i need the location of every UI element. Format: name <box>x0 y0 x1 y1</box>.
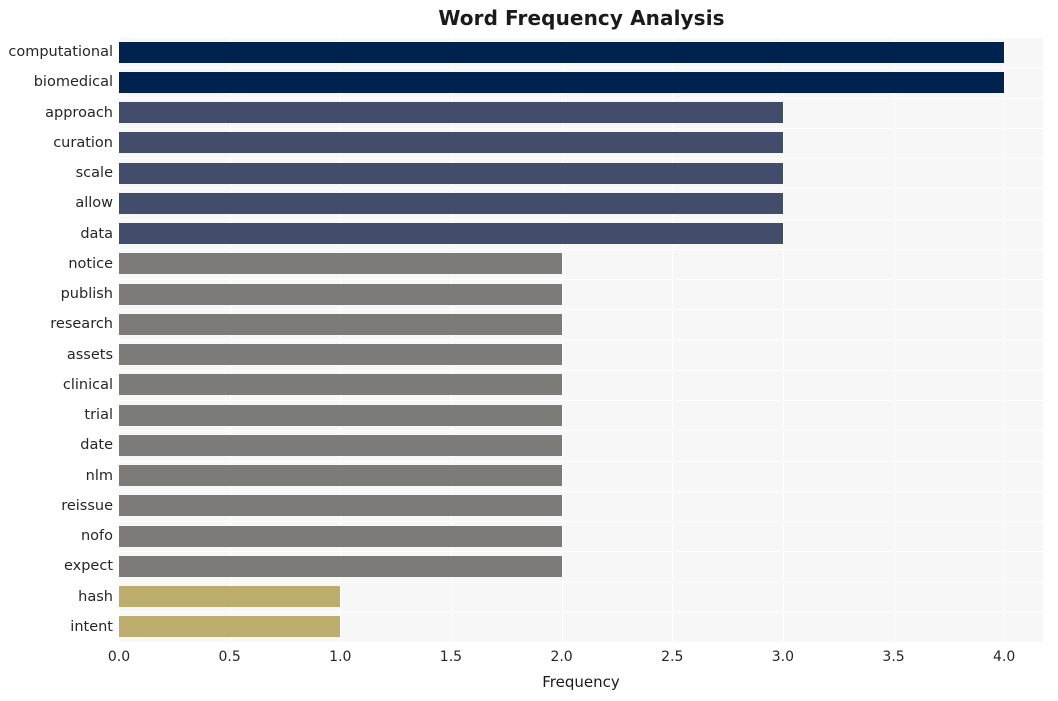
horizontal-gridline <box>119 551 1043 552</box>
plot-area <box>119 37 1043 642</box>
y-axis-tick-label: research <box>50 316 113 333</box>
chart-figure: Word Frequency Analysis computational bio… <box>0 0 1058 701</box>
bar <box>119 132 783 154</box>
x-axis-tick-label: 0.5 <box>218 649 241 665</box>
horizontal-gridline <box>119 37 1043 38</box>
bar <box>119 71 1005 93</box>
x-axis-tick-label: 2.0 <box>550 649 573 665</box>
bar <box>119 162 783 184</box>
x-axis-tick-label: 0.0 <box>107 649 131 665</box>
bar <box>119 616 341 638</box>
bar <box>119 223 783 245</box>
x-axis-tick-label: 4.0 <box>993 649 1016 665</box>
horizontal-gridline <box>119 491 1043 492</box>
y-axis-tick-label: nofo <box>80 528 113 545</box>
y-axis-tick-label: reissue <box>61 497 113 514</box>
y-axis-tick-label: trial <box>84 407 113 424</box>
y-axis-tick-label: expect <box>63 558 113 575</box>
x-axis-tick-label: 1.0 <box>329 649 352 665</box>
horizontal-gridline <box>119 188 1043 189</box>
y-axis-tick-label: scale <box>75 165 113 182</box>
bar <box>119 404 562 426</box>
horizontal-gridline <box>119 309 1043 310</box>
bar <box>119 313 562 335</box>
x-axis-tick-label: 2.5 <box>661 649 684 665</box>
y-axis-tick-labels: computational biomedical approach curation s… <box>0 37 113 642</box>
horizontal-gridline <box>119 279 1043 280</box>
horizontal-gridline <box>119 158 1043 159</box>
bar <box>119 102 783 124</box>
chart-title: Word Frequency Analysis <box>438 6 725 30</box>
bar <box>119 465 562 487</box>
y-axis-tick-label: notice <box>68 255 113 272</box>
x-axis-tick-label: 3.5 <box>882 649 905 665</box>
x-axis-tick-label: 3.0 <box>771 649 795 665</box>
bar <box>119 374 562 396</box>
y-axis-tick-label: hash <box>78 588 113 605</box>
x-axis-label: Frequency <box>542 673 620 691</box>
horizontal-gridline <box>119 219 1043 220</box>
horizontal-gridline <box>119 612 1043 613</box>
x-axis-tick-label: 1.5 <box>439 649 463 665</box>
bar <box>119 344 562 366</box>
horizontal-gridline <box>119 98 1043 99</box>
horizontal-gridline <box>119 430 1043 431</box>
y-axis-tick-label: intent <box>70 618 113 635</box>
y-axis-tick-label: approach <box>45 104 113 121</box>
horizontal-gridline <box>119 340 1043 341</box>
horizontal-gridline <box>119 582 1043 583</box>
y-axis-tick-label: biomedical <box>33 74 113 91</box>
y-axis-tick-label: curation <box>53 134 113 151</box>
horizontal-gridline <box>119 128 1043 129</box>
bar <box>119 253 562 275</box>
horizontal-gridline <box>119 370 1043 371</box>
bar <box>119 525 562 547</box>
horizontal-gridline <box>119 249 1043 250</box>
x-axis-tick-labels: 0.0 0.5 1.0 1.5 2.0 2.5 3.0 3.5 4.0 <box>0 648 1058 670</box>
bar <box>119 555 562 577</box>
bar <box>119 434 562 456</box>
y-axis-tick-label: allow <box>75 195 113 212</box>
y-axis-tick-label: assets <box>66 346 113 363</box>
bar <box>119 192 783 214</box>
bar <box>119 586 341 608</box>
y-axis-tick-label: data <box>80 225 113 242</box>
y-axis-tick-label: nlm <box>85 467 113 484</box>
y-axis-tick-label: computational <box>8 44 113 61</box>
bar <box>119 283 562 305</box>
bar <box>119 495 562 517</box>
bar <box>119 41 1005 63</box>
horizontal-gridline <box>119 521 1043 522</box>
horizontal-gridline <box>119 67 1043 68</box>
horizontal-gridline <box>119 461 1043 462</box>
y-axis-tick-label: date <box>80 437 113 454</box>
y-axis-tick-label: publish <box>60 286 113 303</box>
y-axis-tick-label: clinical <box>62 376 113 393</box>
horizontal-gridline <box>119 400 1043 401</box>
